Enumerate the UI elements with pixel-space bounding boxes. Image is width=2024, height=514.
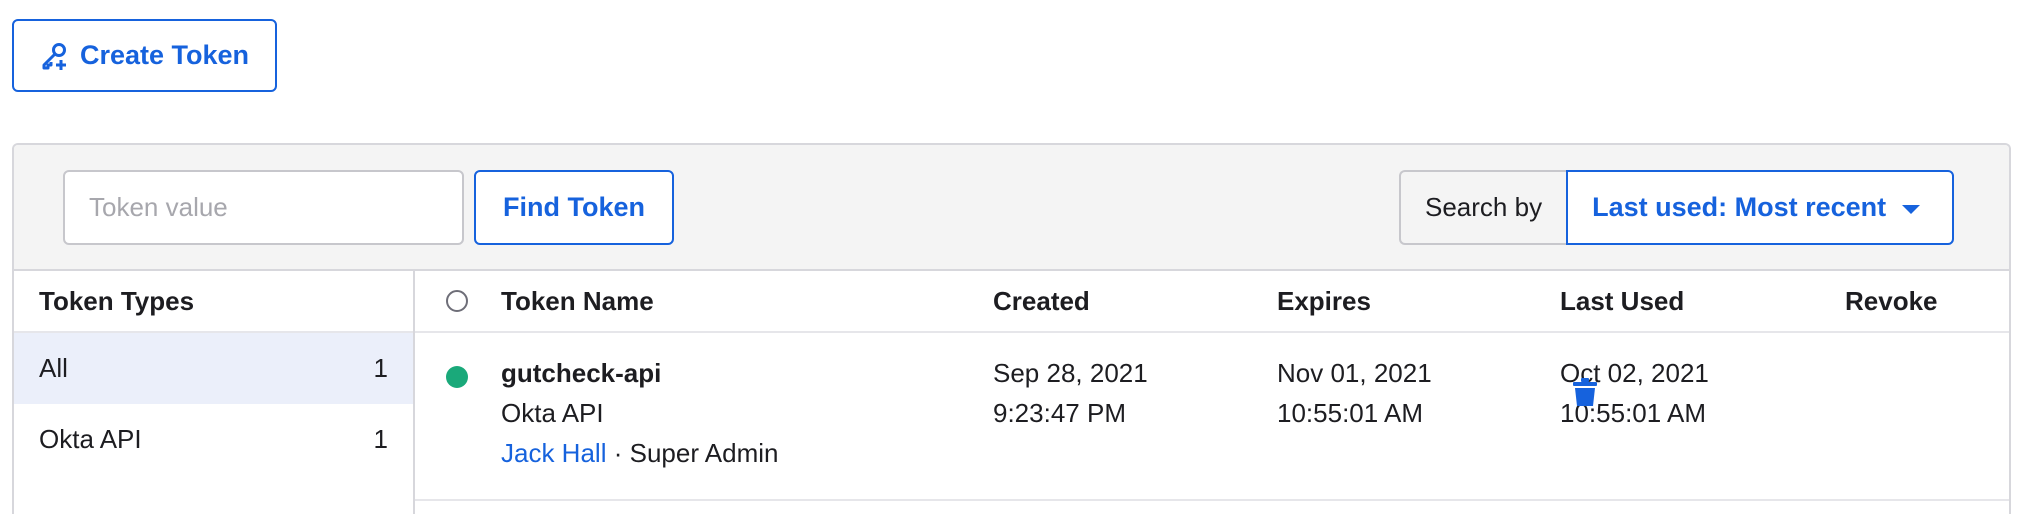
- create-token-button[interactable]: Create Token: [12, 19, 277, 92]
- search-by-control: Search by Last used: Most recent: [1399, 170, 1955, 245]
- caret-down-icon: [1902, 204, 1921, 214]
- token-types-sidebar: Token Types All 1 Okta API 1: [14, 271, 415, 514]
- tokens-panel: Find Token Search by Last used: Most rec…: [12, 143, 2011, 514]
- sidebar-item-okta-api[interactable]: Okta API 1: [14, 404, 413, 475]
- table-header: Token Name Created Expires Last Used Rev…: [415, 271, 2009, 333]
- sidebar-item-count: 1: [373, 353, 388, 383]
- search-by-dropdown[interactable]: Last used: Most recent: [1566, 170, 1955, 245]
- column-header-last-used: Last Used: [1560, 285, 1685, 316]
- key-plus-icon: [42, 42, 66, 70]
- column-header-revoke: Revoke: [1845, 285, 1938, 316]
- token-types-heading: Token Types: [14, 271, 413, 333]
- token-value-input[interactable]: [63, 170, 464, 245]
- find-token-button[interactable]: Find Token: [474, 170, 674, 245]
- token-owner-line: Jack Hall · Super Admin: [501, 433, 778, 473]
- token-name: gutcheck-api: [501, 358, 662, 388]
- sidebar-item-count: 1: [373, 424, 388, 454]
- column-header-created: Created: [993, 285, 1090, 316]
- create-token-label: Create Token: [79, 40, 250, 70]
- tokens-table: Token Name Created Expires Last Used Rev…: [415, 271, 2009, 514]
- token-name-cell: gutcheck-api Okta API Jack Hall · Super …: [501, 353, 778, 473]
- tokens-toolbar: Find Token Search by Last used: Most rec…: [14, 145, 2009, 271]
- radio-icon: [446, 290, 468, 312]
- search-by-value: Last used: Most recent: [1592, 192, 1887, 222]
- token-type: Okta API: [501, 398, 604, 428]
- created-time: 9:23:47 PM: [993, 398, 1126, 428]
- column-header-token-name: Token Name: [501, 285, 654, 316]
- column-header-expires: Expires: [1277, 285, 1371, 316]
- status-active-indicator: [446, 366, 468, 388]
- api-tokens-page: Create Token Find Token Search by Last u…: [0, 0, 2024, 514]
- created-cell: Sep 28, 2021 9:23:47 PM: [993, 353, 1148, 433]
- sidebar-item-label: Okta API: [39, 424, 142, 454]
- created-date: Sep 28, 2021: [993, 358, 1148, 388]
- sidebar-item-all[interactable]: All 1: [14, 333, 413, 404]
- search-by-label: Search by: [1399, 170, 1567, 245]
- token-owner-role: · Super Admin: [613, 438, 779, 468]
- expires-date: Nov 01, 2021: [1277, 358, 1432, 388]
- sidebar-item-label: All: [39, 353, 68, 383]
- token-owner-link[interactable]: Jack Hall: [501, 438, 606, 468]
- expires-cell: Nov 01, 2021 10:55:01 AM: [1277, 353, 1432, 433]
- expires-time: 10:55:01 AM: [1277, 398, 1423, 428]
- table-row[interactable]: gutcheck-api Okta API Jack Hall · Super …: [415, 333, 2009, 501]
- select-all-radio[interactable]: [446, 271, 468, 331]
- trash-icon[interactable]: [1572, 377, 1598, 407]
